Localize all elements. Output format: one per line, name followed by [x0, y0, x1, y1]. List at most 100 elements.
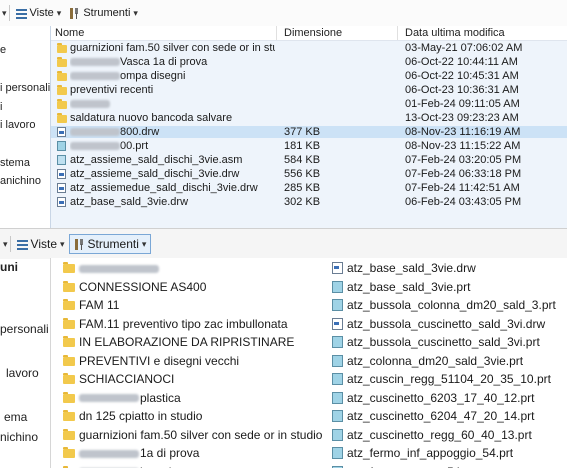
file-name-cell: ompa disegni — [70, 70, 275, 82]
table-row[interactable]: atz_assieme_sald_dischi_3vie.drw 556 KB 07… — [51, 168, 567, 180]
list-item[interactable]: guarnizioni fam.50 silver con sede or in… — [63, 427, 322, 443]
file-name-cell: guarnizioni fam.50 silver con sede or in… — [70, 42, 275, 54]
nav-item[interactable]: i personali — [0, 82, 50, 94]
column-divider[interactable] — [276, 26, 277, 40]
list-item[interactable]: FAM.11 preventivo tipo zac imbullonata — [63, 316, 313, 332]
nav-item[interactable]: lavoro — [6, 366, 39, 380]
list-item[interactable]: atz_bussola_cuscinetto_sald_3vi.drw — [331, 316, 567, 332]
list-item[interactable]: atz_bussola_colonna_dm20_sald_3.prt — [331, 297, 567, 313]
assembly-file-icon — [57, 155, 66, 165]
drawing-file-icon — [57, 127, 66, 137]
modified-date-cell: 13-Oct-23 09:23:23 AM — [405, 112, 519, 124]
list-item[interactable]: FAM 11 — [63, 297, 313, 313]
nav-item[interactable]: stema — [0, 157, 30, 169]
folder-icon — [63, 410, 75, 421]
list-item[interactable]: SCHIACCIANOCI — [63, 371, 313, 387]
file-size-cell: 584 KB — [284, 154, 321, 166]
file-name: 00.prt — [120, 140, 149, 152]
column-header-modified[interactable]: Data ultima modifica — [405, 27, 505, 39]
item-label: atz_bussola_cuscinetto_sald_3vi.drw — [347, 317, 545, 331]
item-name: atz_cuscinetto_regg_60_40_13.prt — [347, 427, 532, 442]
table-row[interactable]: Vasca 1a di prova 06-Oct-22 10:44:11 AM — [51, 56, 567, 68]
nav-item[interactable]: e — [0, 44, 6, 56]
item-label: 1a di prova — [79, 446, 199, 460]
redacted-text — [70, 72, 120, 81]
tools-button[interactable]: Strumenti ▾ — [65, 5, 142, 21]
toolbar-divider — [8, 5, 10, 21]
chevron-down-icon[interactable]: ▾ — [2, 8, 7, 19]
file-size-cell: 556 KB — [284, 168, 321, 180]
redacted-text — [70, 100, 110, 109]
folder-icon — [63, 262, 75, 273]
nav-item[interactable]: personali — [0, 322, 49, 336]
column-header-name[interactable]: Nome — [55, 27, 84, 39]
list-item[interactable]: plastica — [63, 390, 313, 406]
list-item[interactable]: atz_base_sald_3vie.drw — [331, 260, 567, 276]
chevron-down-icon: ▾ — [60, 238, 65, 249]
list-item[interactable]: 1a di prova — [63, 445, 313, 461]
folder-icon — [63, 354, 75, 366]
table-row[interactable]: 800.drw 377 KB 08-Nov-23 11:16:19 AM — [51, 126, 567, 138]
item-label: atz_cuscin_regg_51104_20_35_10.prt — [347, 372, 551, 386]
tools-button[interactable]: Strumenti ▾ — [68, 234, 152, 254]
item-label: atz_cuscinetto_6204_47_20_14.prt — [347, 409, 534, 423]
nav-item[interactable]: ema — [4, 410, 27, 424]
item-name: atz_cuscinetto_6203_17_40_12.prt — [347, 390, 535, 405]
nav-item[interactable]: nichino — [0, 430, 38, 444]
modified-date-cell: 01-Feb-24 09:11:05 AM — [405, 98, 520, 110]
list-item[interactable]: atz_cuscinetto_6203_17_40_12.prt — [331, 390, 567, 406]
list-item[interactable]: isegni — [63, 464, 313, 468]
item-label: atz_base_sald_3vie.prt — [347, 280, 470, 294]
table-row[interactable]: preventivi recenti 06-Oct-23 10:36:31 AM — [51, 84, 567, 96]
table-row[interactable]: guarnizioni fam.50 silver con sede or in… — [51, 42, 567, 54]
chevron-down-icon[interactable]: ▾ — [3, 239, 8, 250]
file-name-cell: Vasca 1a di prova — [70, 56, 275, 68]
folder-icon — [63, 428, 75, 440]
table-row[interactable]: atz_base_sald_3vie.drw 302 KB 06-Feb-24 03… — [51, 196, 567, 208]
drawing-file-icon — [332, 262, 343, 274]
nav-item[interactable]: i lavoro — [0, 119, 35, 131]
item-label: atz_base_sald_3vie.drw — [347, 261, 476, 275]
list-item[interactable]: atz_fermo_poster_54.prt — [331, 464, 567, 468]
file-name-cell: atz_base_sald_3vie.drw — [70, 196, 275, 208]
redacted-text — [79, 394, 139, 403]
table-row[interactable]: ompa disegni 06-Oct-22 10:45:31 AM — [51, 70, 567, 82]
modified-date-cell: 06-Oct-22 10:45:31 AM — [405, 70, 519, 82]
table-row[interactable]: atz_assieme_sald_dischi_3vie.asm 584 KB 07… — [51, 154, 567, 166]
list-item[interactable]: PREVENTIVI e disegni vecchi — [63, 353, 313, 369]
list-item[interactable]: CONNESSIONE AS400 — [63, 279, 313, 295]
item-label: atz_colonna_dm20_sald_3vie.prt — [347, 354, 523, 368]
nav-item[interactable]: anichino — [0, 175, 41, 187]
list-item[interactable]: atz_bussola_cuscinetto_sald_3vi.prt — [331, 334, 567, 350]
item-name: dn 125 cpiatto in studio — [79, 409, 203, 423]
list-item[interactable]: dn 125 cpiatto in studio — [63, 408, 313, 424]
column-divider[interactable] — [397, 26, 398, 40]
list-item[interactable] — [63, 260, 313, 276]
column-header-size[interactable]: Dimensione — [284, 27, 342, 39]
list-item[interactable]: atz_cuscin_regg_51104_20_35_10.prt — [331, 371, 567, 387]
list-item[interactable]: atz_base_sald_3vie.prt — [331, 279, 567, 295]
table-row[interactable]: 00.prt 181 KB 08-Nov-23 11:15:22 AM — [51, 140, 567, 152]
nav-item[interactable]: uni — [0, 260, 18, 274]
toolbar-divider — [9, 236, 11, 252]
table-row[interactable]: 01-Feb-24 09:11:05 AM — [51, 98, 567, 110]
part-file-icon — [332, 336, 343, 348]
views-button[interactable]: Viste ▾ — [13, 235, 69, 253]
item-label: atz_cuscinetto_6203_17_40_12.prt — [347, 391, 534, 405]
list-item[interactable]: atz_cuscinetto_regg_60_40_13.prt — [331, 427, 567, 443]
drawing-file-icon — [57, 197, 66, 207]
table-row[interactable]: saldatura nuovo bancoda salvare 13-Oct-23… — [51, 112, 567, 124]
nav-item[interactable]: i — [0, 101, 2, 113]
list-item[interactable]: atz_fermo_inf_appoggio_54.prt — [331, 445, 567, 461]
item-label: FAM.11 preventivo tipo zac imbullonata — [79, 317, 288, 331]
views-button[interactable]: Viste ▾ — [12, 5, 66, 21]
folder-icon — [57, 43, 67, 53]
item-name: atz_fermo_inf_appoggio_54.prt — [347, 446, 514, 460]
chevron-down-icon: ▾ — [133, 7, 138, 18]
list-item[interactable]: atz_colonna_dm20_sald_3vie.prt — [331, 353, 567, 369]
list-item[interactable]: atz_cuscinetto_6204_47_20_14.prt — [331, 408, 567, 424]
file-name-cell: atz_assieme_sald_dischi_3vie.drw — [70, 168, 275, 180]
table-row[interactable]: atz_assiemedue_sald_dischi_3vie.drw 285 K… — [51, 182, 567, 194]
list-item[interactable]: IN ELABORAZIONE DA RIPRISTINARE — [63, 334, 313, 350]
file-name-cell: saldatura nuovo bancoda salvare — [70, 112, 275, 124]
